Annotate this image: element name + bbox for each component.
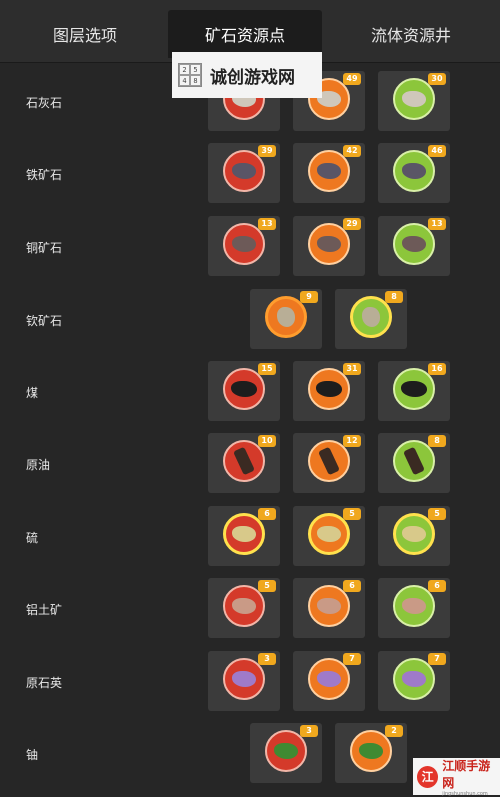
crude-oil-icon [233,446,255,476]
watermark-text: 诚创游戏网 [210,67,295,88]
count-badge: 6 [428,580,446,592]
iron-ore-icon [402,163,426,179]
count-badge: 5 [258,580,276,592]
count-badge: 30 [428,73,446,85]
count-badge: 13 [258,218,276,230]
count-badge: 16 [428,363,446,375]
resource-node-tile[interactable]: 13 [378,216,450,276]
resource-node-tile[interactable]: 5 [208,578,280,638]
raw-quartz-icon [232,671,256,687]
raw-quartz-icon [317,671,341,687]
resource-node-tile[interactable]: 6 [378,578,450,638]
count-badge: 8 [428,435,446,447]
count-badge: 5 [343,508,361,520]
resource-node-tile[interactable]: 7 [293,651,365,711]
resource-node-tile[interactable]: 10 [208,433,280,493]
caterium-ore-icon [362,307,380,327]
count-badge: 31 [343,363,361,375]
resource-node-tile[interactable]: 5 [293,506,365,566]
coal-icon [401,381,427,397]
count-badge: 39 [258,145,276,157]
count-badge: 13 [428,218,446,230]
row-label: 石灰石 [26,96,63,110]
count-badge: 46 [428,145,446,157]
row-label: 铀 [26,748,39,762]
count-badge: 12 [343,435,361,447]
count-badge: 6 [343,580,361,592]
watermark-logo-icon: 2 5 4 8 [178,63,202,87]
copper-ore-icon [317,236,341,252]
resource-node-tile[interactable]: 30 [378,71,450,131]
resource-node-tile[interactable]: 7 [378,651,450,711]
copper-ore-icon [232,236,256,252]
resource-node-tile[interactable]: 31 [293,361,365,421]
resource-node-tile[interactable]: 42 [293,143,365,203]
tab-fluid-wells[interactable]: 流体资源井 [322,10,500,58]
count-badge: 3 [300,725,318,737]
count-badge: 8 [385,291,403,303]
count-badge: 7 [343,653,361,665]
resource-node-tile[interactable]: 9 [250,289,322,349]
corner-logo-name: 江顺手游网 [442,758,491,790]
coal-icon [231,381,257,397]
bauxite-icon [402,598,426,614]
copper-ore-icon [402,236,426,252]
row-label: 原石英 [26,676,63,690]
coal-icon [316,381,342,397]
row-label: 煤 [26,386,39,400]
count-badge: 49 [343,73,361,85]
resource-node-tile[interactable]: 5 [378,506,450,566]
resource-node-tile[interactable]: 3 [208,651,280,711]
bauxite-icon [317,598,341,614]
uranium-icon [359,743,383,759]
count-badge: 6 [258,508,276,520]
resource-node-tile[interactable]: 6 [293,578,365,638]
bauxite-icon [232,598,256,614]
resource-node-tile[interactable]: 15 [208,361,280,421]
count-badge: 9 [300,291,318,303]
row-label: 硫 [26,531,39,545]
resource-node-tile[interactable]: 8 [378,433,450,493]
crude-oil-icon [403,446,425,476]
count-badge: 7 [428,653,446,665]
count-badge: 5 [428,508,446,520]
sulfur-icon [402,526,426,542]
row-label: 铝土矿 [26,603,63,617]
count-badge: 10 [258,435,276,447]
sulfur-icon [317,526,341,542]
resource-node-tile[interactable]: 2 [335,723,407,783]
iron-ore-icon [232,163,256,179]
resource-node-tile[interactable]: 12 [293,433,365,493]
corner-logo-icon: 江 [417,765,439,788]
corner-logo-url: jingshunshun.com [442,790,488,797]
resource-node-tile[interactable]: 29 [293,216,365,276]
count-badge: 2 [385,725,403,737]
resource-node-tile[interactable]: 8 [335,289,407,349]
count-badge: 3 [258,653,276,665]
row-label: 铁矿石 [26,168,63,182]
crude-oil-icon [318,446,340,476]
raw-quartz-icon [402,671,426,687]
iron-ore-icon [317,163,341,179]
resource-node-tile[interactable]: 46 [378,143,450,203]
tab-layer-options[interactable]: 图层选项 [0,10,170,58]
resource-node-tile[interactable]: 39 [208,143,280,203]
row-label: 原油 [26,458,51,472]
tab-ore-nodes[interactable]: 矿石资源点 [168,10,322,58]
row-label: 钦矿石 [26,314,63,328]
count-badge: 42 [343,145,361,157]
watermark-banner: 2 5 4 8 诚创游戏网 [172,52,322,98]
row-label: 铜矿石 [26,241,63,255]
resource-node-tile[interactable]: 6 [208,506,280,566]
resource-node-tile[interactable]: 16 [378,361,450,421]
resource-node-tile[interactable]: 13 [208,216,280,276]
corner-logo: 江 江顺手游网 jingshunshun.com [413,758,500,797]
limestone-icon [402,91,426,107]
count-badge: 29 [343,218,361,230]
sulfur-icon [232,526,256,542]
uranium-icon [274,743,298,759]
count-badge: 15 [258,363,276,375]
caterium-ore-icon [277,307,295,327]
resource-node-tile[interactable]: 3 [250,723,322,783]
